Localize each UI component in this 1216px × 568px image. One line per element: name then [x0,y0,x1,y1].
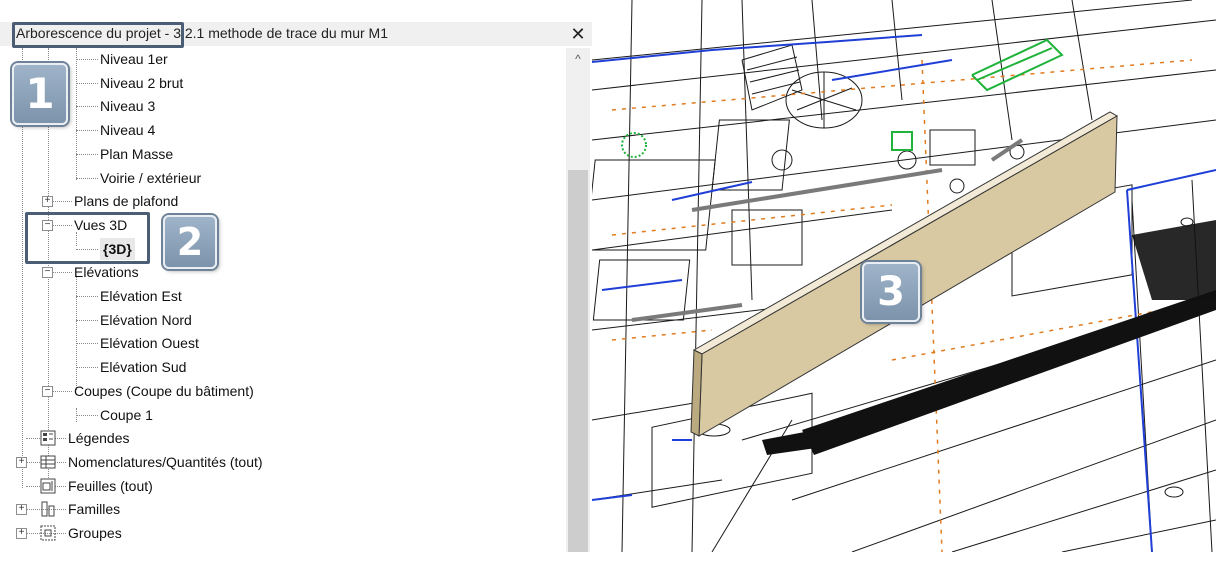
tree-item-label: Elévations [74,264,139,281]
collapse-icon[interactable]: − [42,267,53,279]
tree-item[interactable]: Elévation Est [0,285,560,307]
expand-icon[interactable]: + [16,504,27,516]
tree-item[interactable]: − Coupes (Coupe du bâtiment) [0,380,560,402]
tree-item[interactable]: Voirie / extérieur [0,167,560,189]
tree-item[interactable]: Plan Masse [0,143,560,165]
tree-item-label: Feuilles (tout) [68,477,153,494]
project-browser: Arborescence du projet - 3.2.1 methode d… [0,0,592,552]
tree-connector [76,296,98,297]
tree-item-label: Groupes [68,525,122,541]
callout-2-highlight [25,212,150,264]
group-icon [40,525,56,541]
tree-item[interactable]: + Groupes [0,522,560,544]
tree-item[interactable]: Niveau 3 [0,95,560,117]
scroll-thumb[interactable] [568,170,588,552]
tree-connector [76,177,98,179]
tree-connector [76,59,98,60]
tree-item[interactable]: − Elévations [0,261,560,283]
expand-icon[interactable]: + [16,456,27,468]
tree-item-label: Nomenclatures/Quantités (tout) [68,453,263,470]
sheet-icon [40,478,56,494]
tree-item[interactable]: Feuilles (tout) [0,475,560,497]
callout-badge-1-number: 1 [25,69,55,118]
tree-connector [76,82,98,84]
tree-item-label: Coupes (Coupe du bâtiment) [74,382,254,399]
callout-badge-3: 3 [862,262,920,322]
tree-connector [52,201,72,203]
tree-connector [76,343,98,345]
tree-item[interactable]: Niveau 4 [0,119,560,141]
tree-connector [76,153,98,155]
tree-connector [76,106,98,108]
scroll-up-button[interactable]: ^ [566,48,590,70]
tree-connector [76,319,98,321]
tree-item-label: Plan Masse [100,145,174,162]
tree-item-label: Plans de plafond [74,193,179,210]
tree-item-label: Elévation Ouest [100,335,199,352]
tree-connector [52,390,72,392]
tree-item-label: Niveau 2 brut [100,74,184,91]
callout-badge-3-number: 3 [877,269,905,315]
close-button[interactable]: ✕ [568,22,588,46]
callout-badge-2: 2 [163,215,217,269]
tree-item-label: Elévation Sud [100,359,187,376]
family-icon [40,501,56,517]
collapse-icon[interactable]: − [42,385,53,397]
tree-item-label: Niveau 3 [100,98,156,115]
vertical-scrollbar[interactable]: ^ [566,48,590,552]
tree-item[interactable]: Elévation Sud [0,356,560,378]
tree-item-label: Niveau 4 [100,122,156,139]
tree-connector [76,367,98,369]
tree-item[interactable]: Niveau 2 brut [0,72,560,94]
legend-icon [40,430,56,446]
3d-view-canvas[interactable]: 3 [592,0,1216,552]
tree-connector [76,414,98,416]
expand-icon[interactable]: + [42,196,53,208]
tree-connector [52,272,72,274]
callout-1-highlight [12,22,184,48]
tree-item[interactable]: + Nomenclatures/Quantités (tout) [0,451,560,473]
callout-badge-2-number: 2 [176,220,204,264]
tree-item[interactable]: + Plans de plafond [0,190,560,212]
schedule-icon [40,454,56,470]
callout-badge-1: 1 [12,63,68,125]
bottom-strip [0,552,1216,568]
tree-item[interactable]: + Familles [0,498,560,520]
tree-item-label: Elévation Nord [100,311,192,328]
tree-item-label: Familles [68,501,121,518]
tree-item-label: Elévation Est [100,288,182,304]
tree-item[interactable]: Elévation Nord [0,309,560,331]
expand-icon[interactable]: + [16,528,27,539]
tree-connector [76,130,98,132]
tree-item-label: Coupe 1 [100,406,153,423]
tree-item[interactable]: Niveau 1er [0,48,560,70]
project-tree: Niveau 1er Niveau 2 brut Niveau 3 Niveau 4 P… [0,48,566,552]
tree-item-label: Niveau 1er [100,51,168,67]
tree-item[interactable]: Elévation Ouest [0,332,560,354]
tree-item[interactable]: Légendes [0,427,560,449]
tree-item[interactable]: Coupe 1 [0,404,560,426]
tree-item-label: Voirie / extérieur [100,169,202,186]
tree-item-label: Légendes [68,430,130,447]
